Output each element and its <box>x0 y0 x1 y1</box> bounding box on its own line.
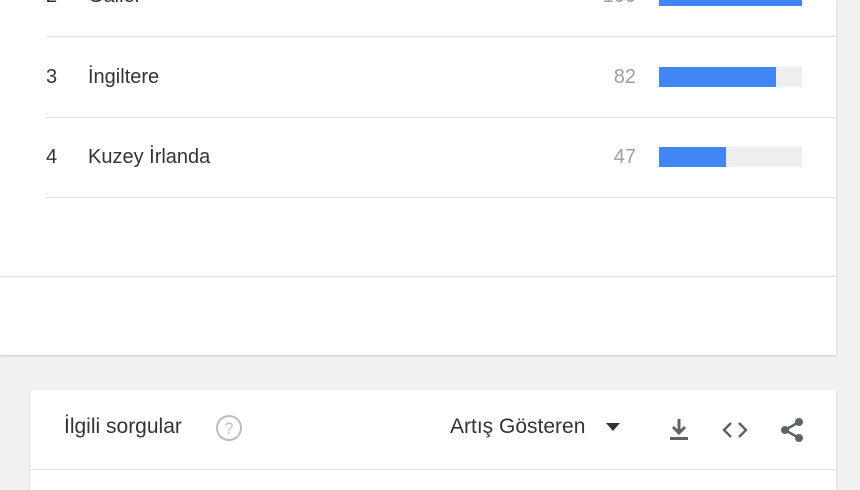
row-rank: 3 <box>46 66 58 88</box>
table-row[interactable]: 4 Kuzey İrlanda 47 <box>46 117 836 198</box>
table-row[interactable]: 3 İngiltere 82 <box>46 37 836 118</box>
row-region-name[interactable]: İngiltere <box>88 37 159 117</box>
card-footer-divider <box>0 276 836 277</box>
row-bar-track <box>659 0 802 6</box>
row-region-name[interactable]: Kuzey İrlanda <box>88 117 210 197</box>
row-value: 100 <box>590 0 636 36</box>
row-bar-track <box>659 67 802 87</box>
download-icon[interactable] <box>665 416 693 444</box>
row-rank: 4 <box>46 146 58 168</box>
region-breakdown-card: 2 Galler 100 3 İngiltere 82 4 Kuzey İrla… <box>0 0 836 355</box>
share-icon[interactable] <box>778 416 806 444</box>
row-rank: 2 <box>46 0 57 36</box>
row-region-name[interactable]: Galler <box>88 0 141 36</box>
related-queries-card: İlgili sorgular ? Artış Gösteren <box>30 390 836 490</box>
query-type-dropdown[interactable]: Artış Gösteren <box>450 415 621 439</box>
svg-text:?: ? <box>225 421 234 438</box>
question-circle-icon[interactable]: ? <box>215 414 243 442</box>
caret-down-icon <box>606 423 621 431</box>
row-bar-fill <box>659 147 727 167</box>
table-row[interactable]: 2 Galler 100 <box>46 0 836 37</box>
row-bar-fill <box>659 67 777 87</box>
row-bar-fill <box>659 0 802 6</box>
row-bar-track <box>659 147 802 167</box>
dropdown-selected-value: Artış Gösteren <box>450 415 586 438</box>
related-queries-title: İlgili sorgular <box>64 415 182 438</box>
card-header-divider <box>30 469 836 470</box>
row-value: 82 <box>613 66 636 88</box>
embed-code-icon[interactable] <box>721 416 749 444</box>
row-value: 47 <box>613 146 636 168</box>
